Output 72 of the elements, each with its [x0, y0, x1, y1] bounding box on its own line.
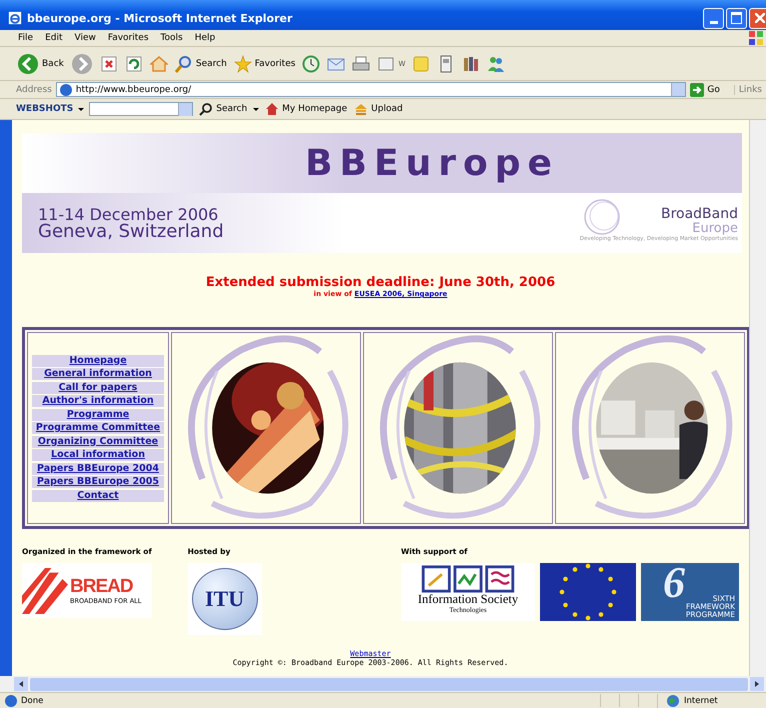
forward-button[interactable] [70, 52, 94, 74]
maximize-button[interactable] [726, 8, 747, 28]
homepage-button[interactable]: My Homepage [264, 102, 348, 116]
menu-item[interactable]: Edit [39, 33, 68, 43]
address-field[interactable]: http://www.bbeurope.org/ [56, 82, 686, 97]
deadline-notice: Extended submission deadline: June 30th, 2006 [206, 275, 556, 290]
event-place: Geneva, Switzerland [38, 223, 224, 240]
nav-link[interactable]: Local information [32, 449, 164, 461]
stop-button[interactable] [98, 54, 119, 72]
print-button[interactable] [351, 54, 372, 72]
menu-item[interactable]: Tools [154, 33, 189, 43]
itu-logo: ITU [188, 563, 262, 635]
house-icon [265, 102, 280, 116]
zone-text: Internet [684, 696, 718, 706]
waves-icon [420, 565, 516, 593]
people-button[interactable] [486, 54, 506, 72]
status-text: Done [21, 696, 44, 706]
history-button[interactable] [301, 54, 322, 72]
links-button[interactable]: Links [734, 84, 766, 94]
go-button[interactable]: Go [690, 82, 730, 96]
minimize-button[interactable] [703, 8, 724, 28]
menu-item[interactable]: Help [188, 33, 222, 43]
event-dates: 11-14 December 2006 [38, 206, 218, 223]
home-button[interactable] [148, 54, 169, 72]
books-icon [462, 54, 480, 72]
menu-item[interactable]: File [12, 33, 40, 43]
nav-link[interactable]: Call for papers [32, 382, 164, 394]
webshots-logo: WEBSHOTS [16, 104, 74, 114]
site-title: BBEurope [304, 142, 559, 184]
menu-item[interactable]: Favorites [102, 33, 155, 43]
search-icon [199, 102, 214, 116]
horizontal-scrollbar[interactable] [0, 676, 766, 692]
vertical-scrollbar[interactable] [749, 120, 766, 676]
address-label: Address [16, 84, 52, 94]
search-icon [174, 54, 193, 72]
logo-text: Europe [692, 222, 738, 236]
search-field[interactable] [89, 102, 194, 116]
back-button[interactable]: Back [16, 52, 65, 74]
swirl-icon [582, 197, 622, 237]
nav-link[interactable]: Programme [32, 408, 164, 420]
logo-text: BroadBand [660, 207, 738, 222]
window-title: bbeurope.org - Microsoft Internet Explorer [27, 12, 294, 24]
nav-link[interactable]: General information [32, 368, 164, 380]
house-icon [150, 54, 168, 72]
note-icon [412, 54, 430, 72]
document-icon [377, 54, 396, 72]
rays-icon [22, 566, 68, 616]
refresh-icon [124, 54, 143, 72]
search-button[interactable]: Search [174, 54, 228, 72]
star-icon [234, 54, 252, 72]
globe-icon [666, 694, 680, 708]
search-button[interactable]: Search [198, 102, 248, 116]
clock-icon [302, 54, 320, 72]
nav-link[interactable]: Programme Committee [32, 422, 164, 434]
nav-link[interactable]: Homepage [32, 354, 164, 366]
nav-link[interactable]: Contact [32, 490, 164, 502]
close-button[interactable] [749, 8, 766, 28]
stack-icon [354, 102, 368, 116]
printer-icon [352, 54, 370, 72]
menu-item[interactable]: View [68, 33, 102, 43]
nav-link[interactable]: Papers BBEurope 2005 [32, 476, 164, 488]
browser-icon [8, 11, 22, 25]
stop-icon [100, 54, 118, 72]
nav-link[interactable]: Papers BBEurope 2004 [32, 462, 164, 474]
favorites-button[interactable]: Favorites [232, 54, 296, 72]
windows-logo-icon [748, 30, 764, 46]
nav-link[interactable]: Author's information [32, 395, 164, 407]
refresh-button[interactable] [124, 54, 144, 72]
nav-link[interactable]: Organizing Committee [32, 436, 164, 448]
people-icon [487, 54, 506, 72]
right-arrow-icon [690, 82, 704, 96]
upload-button[interactable]: Upload [353, 102, 404, 116]
